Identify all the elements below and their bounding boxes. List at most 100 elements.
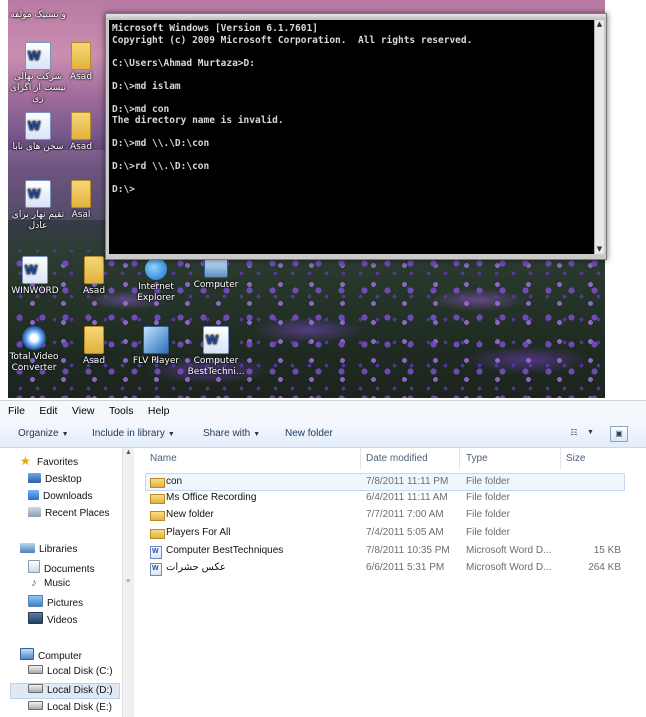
desktop-icon-flv-player[interactable]: FLV Player [126,326,186,367]
table-row[interactable]: Computer BestTechniques 7/8/2011 10:35 P… [146,543,624,559]
folder-icon [71,42,91,70]
nav-recent-places[interactable]: Recent Places [28,507,109,521]
desktop-icon-label: شرکت نهالی نیست ار اگرای ری [10,72,66,104]
file-date: 6/4/2011 11:11 AM [366,492,448,503]
scroll-up-icon[interactable]: ▲ [125,449,132,456]
desktop-icon [28,473,41,483]
column-divider[interactable] [459,448,460,470]
file-date: 7/8/2011 10:35 PM [366,545,450,556]
share-label: Share with [203,428,251,439]
desktop-icon-folder-asal[interactable]: Asal [63,180,99,221]
desktop-icon-folder-asad-3[interactable]: Asad [76,256,112,297]
menu-edit[interactable]: Edit [34,401,62,417]
desktop-icon-folder-asad-2[interactable]: Asad [63,112,99,153]
file-name: Ms Office Recording [166,492,257,503]
column-divider[interactable] [360,448,361,470]
command-prompt-window[interactable]: Microsoft Windows [Version 6.1.7601] Cop… [105,13,607,260]
internet-explorer-icon [145,258,167,280]
explorer-window: File Edit View Tools Help Organize ▼ Incl… [0,400,646,717]
nav-videos[interactable]: Videos [28,612,77,626]
menu-file[interactable]: File [0,401,30,417]
desktop-icon-folder-asad-4[interactable]: Asad [76,326,112,367]
nav-label: Videos [47,615,78,626]
downloads-icon [28,490,39,500]
desktop-icon-word-2[interactable]: سخن های نابا [8,112,68,153]
word-doc-icon [150,563,162,576]
file-type: Microsoft Word D... [466,562,552,573]
desktop-icon-computer[interactable]: Computer [186,258,246,291]
nav-favorites[interactable]: ★ Favorites [20,454,79,470]
include-in-library-button[interactable]: Include in library ▼ [92,428,175,439]
new-folder-button[interactable]: New folder [285,428,333,439]
folder-icon [150,529,165,539]
hard-disk-icon [28,701,43,710]
file-name: Computer BestTechniques [166,545,284,556]
column-header-date-modified[interactable]: Date modified [366,453,428,464]
nav-desktop[interactable]: Desktop [28,473,82,487]
table-row[interactable]: Ms Office Recording 6/4/2011 11:11 AM Fi… [146,490,624,506]
column-divider[interactable] [560,448,561,470]
view-options-arrow-icon[interactable]: ▼ [587,429,594,436]
nav-pictures[interactable]: Pictures [28,595,83,609]
word-doc-icon [150,546,162,559]
file-type: File folder [466,492,510,503]
scrollbar-grip-icon[interactable]: ≡ [126,578,130,585]
flv-player-icon [143,326,169,354]
column-header-type[interactable]: Type [466,453,488,464]
desktop-icon-word-1[interactable]: شرکت نهالی نیست ار اگرای ری [8,42,68,105]
desktop-icon-label: Asad [69,72,93,82]
column-header-name[interactable]: Name [150,453,177,464]
hard-disk-icon [28,665,43,674]
desktop-icon-folder-asad-1[interactable]: Asad [63,42,99,83]
desktop-icon-label: Computer [193,280,239,290]
nav-downloads[interactable]: Downloads [28,490,92,504]
nav-music[interactable]: ♪ Music [28,577,70,591]
desktop-icon-internet-explorer[interactable]: Internet Explorer [126,258,186,304]
file-name: con [166,476,183,487]
file-type: File folder [466,527,510,538]
console-scrollbar[interactable]: ▲ ▼ [594,20,604,254]
nav-label: Desktop [45,474,82,485]
folder-icon [84,326,104,354]
nav-local-disk-d[interactable]: Local Disk (D:) [10,683,120,699]
desktop-icon-label: Computer BestTechni... [187,356,245,377]
desktop-icon-word-3[interactable]: تقیم نهار برای عادل [8,180,68,232]
file-size: 264 KB [588,562,621,573]
menu-view[interactable]: View [67,401,100,417]
word-doc-icon [25,112,51,140]
desktop-icon-computer-besttechniques[interactable]: Computer BestTechni... [186,326,246,378]
console-screen[interactable]: Microsoft Windows [Version 6.1.7601] Cop… [109,20,595,254]
desktop-icon-winword[interactable]: WINWORD [8,256,65,297]
preview-pane-icon[interactable]: ▣ [610,426,628,442]
menu-help[interactable]: Help [143,401,175,417]
desktop-icon-label: WINWORD [11,286,59,296]
menu-tools[interactable]: Tools [104,401,139,417]
share-with-button[interactable]: Share with ▼ [203,428,260,439]
organize-button[interactable]: Organize ▼ [18,428,69,439]
table-row[interactable]: New folder 7/7/2011 7:00 AM File folder [146,507,624,523]
desktop-icon-total-video-converter[interactable]: Total Video Converter [8,326,64,374]
file-type: Microsoft Word D... [466,545,552,556]
nav-local-disk-c[interactable]: Local Disk (C:) [28,665,113,679]
column-header-size[interactable]: Size [566,453,585,464]
chevron-down-icon: ▼ [61,431,69,438]
file-type: File folder [466,476,510,487]
star-icon: ★ [20,454,31,468]
computer-icon [20,648,34,660]
table-row[interactable]: con 7/8/2011 11:11 PM File folder [145,473,625,491]
nav-label: Favorites [37,457,79,468]
nav-label: Pictures [47,598,84,609]
file-date: 6/6/2011 5:31 PM [366,562,445,573]
scroll-up-icon[interactable]: ▲ [595,20,604,29]
nav-libraries[interactable]: Libraries [20,543,77,557]
table-row[interactable]: Players For All 7/4/2011 5:05 AM File fo… [146,525,624,541]
documents-icon [28,560,40,573]
navigation-pane: ★ Favorites Desktop Downloads Recent Plac… [0,448,122,717]
scroll-down-icon[interactable]: ▼ [595,245,604,254]
nav-documents[interactable]: Documents [28,560,95,575]
desktop-icon-label: Total Video Converter [9,352,59,373]
nav-local-disk-e[interactable]: Local Disk (E:) [28,701,112,715]
table-row[interactable]: عکس حشرات 6/6/2011 5:31 PM Microsoft Wor… [146,560,624,576]
nav-computer[interactable]: Computer [20,648,82,662]
change-view-icon[interactable]: ☷ [566,426,582,440]
